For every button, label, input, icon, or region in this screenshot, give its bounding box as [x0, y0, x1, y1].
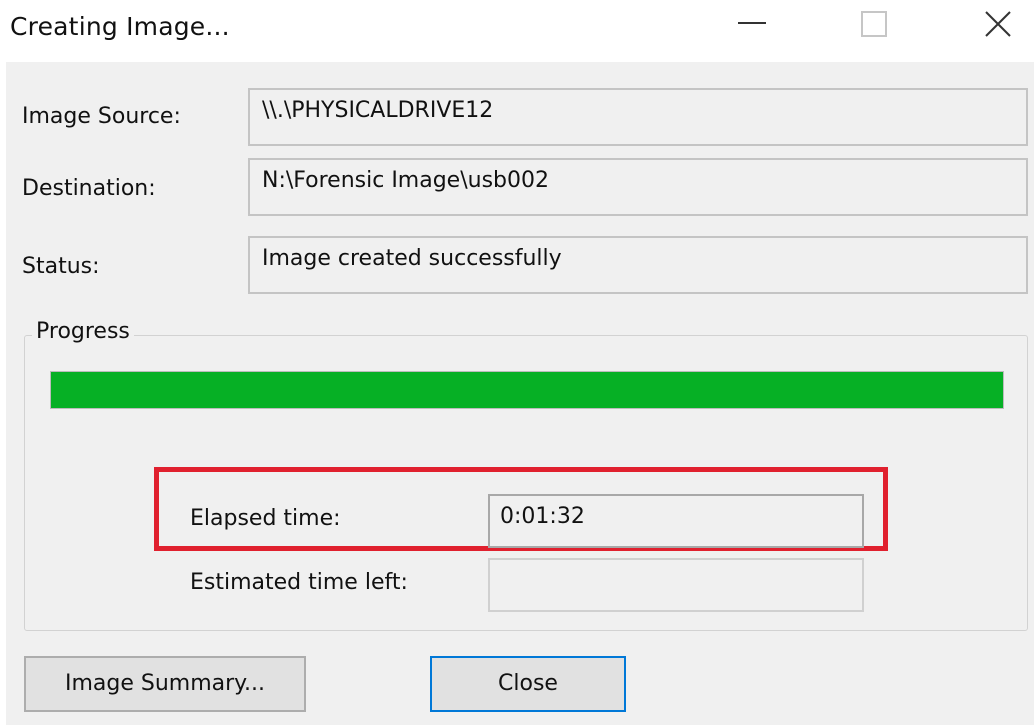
progress-group-label: Progress [32, 319, 134, 344]
close-button[interactable]: Close [430, 656, 626, 712]
maximize-icon [861, 11, 887, 37]
image-source-label: Image Source: [22, 104, 181, 129]
image-source-field: \\.\PHYSICALDRIVE12 [248, 88, 1028, 146]
window-title: Creating Image... [10, 12, 230, 41]
progress-bar [50, 371, 1004, 409]
close-window-button[interactable] [966, 0, 1028, 56]
destination-field: N:\Forensic Image\usb002 [248, 158, 1028, 216]
destination-label: Destination: [22, 176, 156, 201]
estimated-time-left-label: Estimated time left: [190, 570, 408, 595]
minimize-icon [738, 22, 766, 24]
elapsed-time-label: Elapsed time: [190, 506, 341, 531]
status-field: Image created successfully [248, 236, 1028, 294]
close-icon [985, 11, 1011, 37]
elapsed-time-field: 0:01:32 [488, 494, 864, 548]
minimize-button[interactable] [722, 0, 784, 56]
title-bar[interactable]: Creating Image... [0, 0, 1034, 62]
status-label: Status: [22, 254, 100, 279]
image-summary-button[interactable]: Image Summary... [24, 656, 306, 712]
progress-bar-fill [51, 372, 1003, 408]
dialog-body: Image Source: \\.\PHYSICALDRIVE12 Destin… [6, 62, 1034, 725]
maximize-button [844, 0, 906, 56]
estimated-time-left-field [488, 558, 864, 612]
creating-image-dialog: Creating Image... Image Source: \\.\PHYS… [0, 0, 1034, 725]
